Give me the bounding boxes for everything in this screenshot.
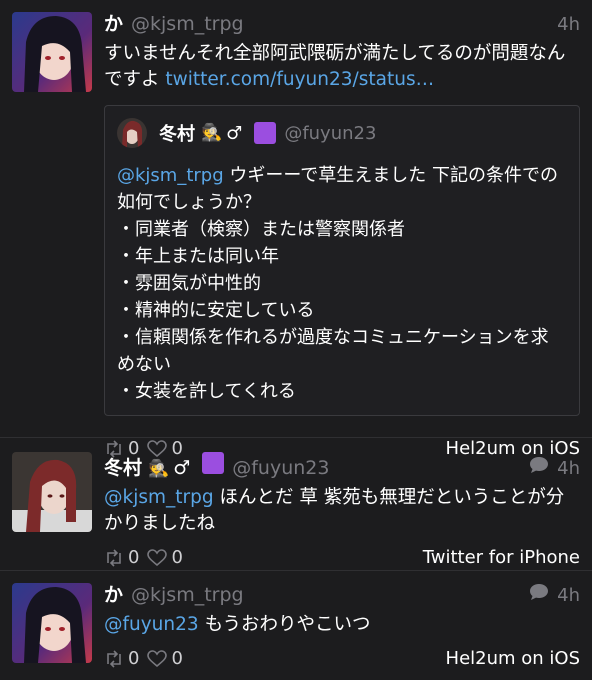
tweet-text: @kjsm_trpg ほんとだ 草 紫苑も無理だということが分かりましたね: [104, 485, 580, 537]
condition-line: ・年上または同い年: [117, 246, 279, 267]
condition-line: ・信頼関係を作れるが過度なコミュニケーションを求めない: [117, 327, 549, 375]
avatar-image: [12, 452, 92, 532]
quoted-display-name: 冬村: [159, 124, 195, 145]
avatar[interactable]: [12, 12, 92, 92]
retweet-count: 0: [128, 547, 140, 568]
like-count: 0: [171, 547, 183, 568]
quoted-tweet[interactable]: 冬村 🕵 ♂ @fuyun23 @kjsm_trpg ウギーーで草生えました 下…: [104, 105, 580, 416]
tweet-text: @fuyun23 もうおわりやこいつ: [104, 612, 580, 638]
tweet[interactable]: 冬村 🕵 ♂ @fuyun23 4h @kjsm_trpg ほんとだ 草 紫苑も…: [0, 438, 592, 571]
timestamp: 4h: [557, 458, 580, 479]
user-handle[interactable]: @kjsm_trpg: [131, 12, 244, 36]
timestamp: 4h: [557, 585, 580, 606]
quoted-avatar-image: [117, 118, 147, 148]
quoted-tweet-text: @kjsm_trpg ウギーーで草生えました 下記の条件での如何でしょうか？ ・…: [117, 162, 565, 405]
tweet[interactable]: か @kjsm_trpg 4h @fuyun23 もうおわりやこいつ 0 0 H…: [0, 571, 592, 680]
timestamp: 4h: [557, 14, 580, 35]
user-handle[interactable]: @fuyun23: [232, 456, 329, 480]
quoted-user-handle: @fuyun23: [284, 122, 377, 144]
male-sign-icon: ♂: [173, 457, 191, 479]
tweet-actions: 0 0 Twitter for iPhone: [104, 547, 580, 569]
reply-bubble-icon: [530, 457, 549, 473]
tweet-text: すいませんそれ全部阿武隈砺が満たしてるのが問題なんですよ twitter.com…: [104, 41, 580, 93]
male-sign-icon: ♂: [226, 122, 243, 144]
detective-emoji-icon: 🕵: [148, 459, 170, 479]
mention-link[interactable]: @kjsm_trpg: [104, 487, 214, 508]
heart-icon: [147, 650, 168, 668]
like-button[interactable]: 0: [147, 547, 183, 569]
display-name[interactable]: か: [104, 12, 123, 36]
quoted-tweet-header: 冬村 🕵 ♂ @fuyun23: [117, 118, 565, 148]
display-name[interactable]: 冬村: [104, 456, 142, 480]
tweet-header: か @kjsm_trpg 4h: [104, 583, 580, 608]
timeline: か @kjsm_trpg 4h すいませんそれ全部阿武隈砺が満たしてるのが問題な…: [0, 0, 592, 680]
client-label: Twitter for iPhone: [422, 547, 580, 568]
like-button[interactable]: 0: [147, 648, 183, 670]
detective-emoji-icon: 🕵: [201, 123, 223, 143]
avatar[interactable]: [12, 583, 92, 663]
retweet-icon: [107, 549, 121, 567]
condition-line: ・同業者（検察）または警察関係者: [117, 219, 405, 240]
heart-icon: [147, 549, 168, 567]
purple-square-icon: [202, 452, 225, 474]
tweet-header: 冬村 🕵 ♂ @fuyun23 4h: [104, 452, 580, 481]
reply-bubble-icon: [530, 584, 549, 600]
condition-line: ・雰囲気が中性的: [117, 273, 261, 294]
client-label: Hel2um on iOS: [445, 648, 580, 669]
tweet-header: か @kjsm_trpg 4h: [104, 12, 580, 37]
tweet-body-text: もうおわりやこいつ: [198, 614, 371, 635]
tweet[interactable]: か @kjsm_trpg 4h すいませんそれ全部阿武隈砺が満たしてるのが問題な…: [0, 0, 592, 459]
retweet-count: 0: [128, 648, 140, 669]
like-count: 0: [171, 648, 183, 669]
tweet-link[interactable]: twitter.com/fuyun23/status…: [165, 69, 434, 90]
retweet-button[interactable]: 0: [104, 648, 139, 670]
retweet-button[interactable]: 0: [104, 547, 139, 569]
avatar-image: [12, 12, 92, 92]
condition-line: ・精神的に安定している: [117, 300, 315, 321]
mention-link[interactable]: @kjsm_trpg: [117, 165, 224, 186]
display-name[interactable]: か: [104, 583, 123, 607]
retweet-icon: [107, 650, 121, 668]
avatar[interactable]: [12, 452, 92, 532]
mention-link[interactable]: @fuyun23: [104, 614, 199, 635]
avatar-image: [12, 583, 92, 663]
purple-square-icon: [254, 122, 277, 144]
user-handle[interactable]: @kjsm_trpg: [131, 583, 244, 607]
quoted-first-line: @kjsm_trpg ウギーーで草生えました 下記の条件での如何でしょうか？: [117, 162, 565, 216]
tweet-actions: 0 0 Hel2um on iOS: [104, 648, 580, 670]
condition-line: ・女装を許してくれる: [117, 381, 296, 402]
quoted-avatar: [117, 118, 147, 148]
